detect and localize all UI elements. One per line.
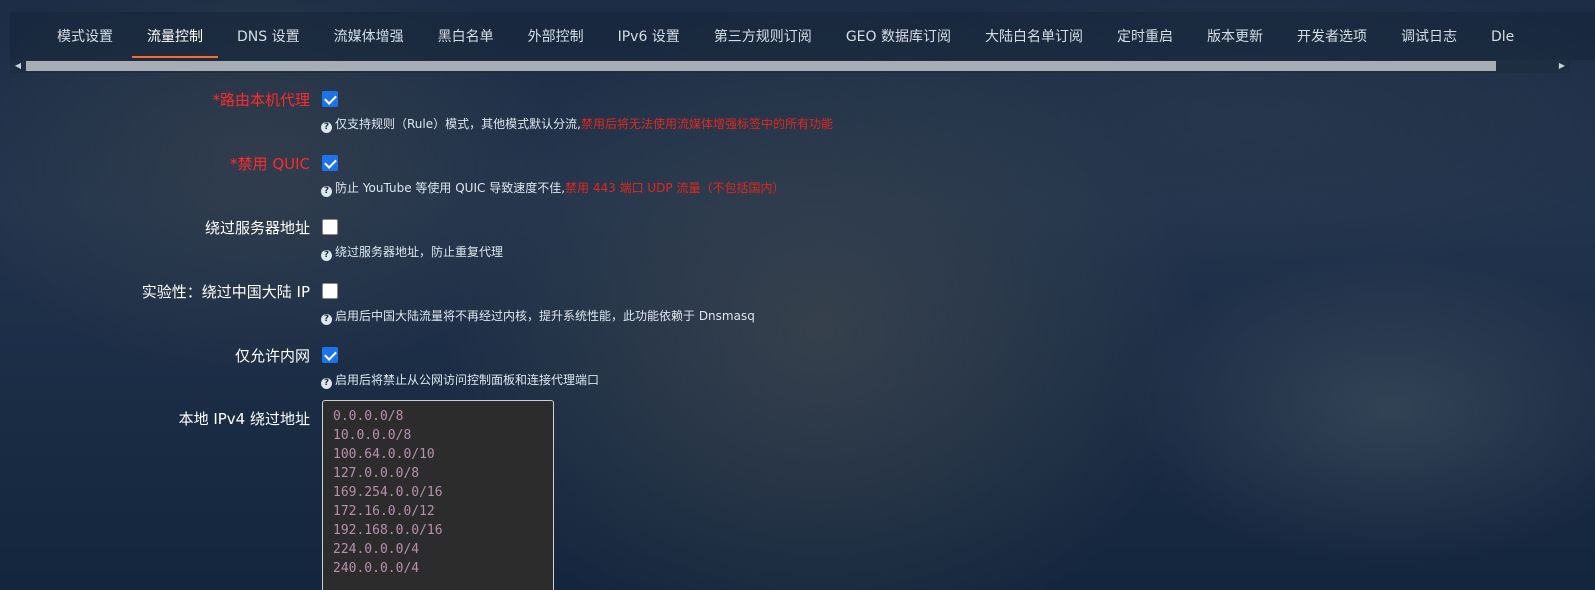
help-icon: ? [321,186,332,197]
tab-7[interactable]: 第三方规则订阅 [697,12,829,58]
hint-text: 启用后中国大陆流量将不再经过内核，提升系统性能，此功能依赖于 Dnsmasq [335,309,755,323]
hint-text: 防止 YouTube 等使用 QUIC 导致速度不佳, [335,181,566,195]
scrollbar-thumb[interactable] [26,61,1496,71]
ipv4-bypass-textarea[interactable]: 0.0.0.0/8 10.0.0.0/8 100.64.0.0/10 127.0… [322,400,554,590]
lan-only-label: 仅允许内网 [234,347,310,365]
bypass-cn-checkbox[interactable] [322,283,338,299]
disable-quic-hint: ? 防止 YouTube 等使用 QUIC 导致速度不佳,禁用 443 端口 UD… [321,180,784,197]
help-icon: ? [321,122,332,133]
help-icon: ? [321,378,332,389]
scroll-left-icon[interactable]: ◀ [10,59,26,73]
tab-0[interactable]: 模式设置 [40,12,130,58]
tab-scrollbar[interactable]: ◀ ▶ [10,59,1570,73]
tab-3[interactable]: 流媒体增强 [317,12,421,58]
help-icon: ? [321,250,332,261]
tab-list: 模式设置 流量控制 DNS 设置 流媒体增强 黑白名单 外部控制 IPv6 设置 第三方规则订… [40,12,1531,60]
tab-13[interactable]: 调试日志 [1384,12,1474,58]
hint-text: 启用后将禁止从公网访问控制面板和连接代理端口 [335,373,600,387]
scroll-right-icon[interactable]: ▶ [1554,59,1570,73]
tab-2[interactable]: DNS 设置 [220,12,317,58]
hint-warning: 禁用后将无法使用流媒体增强标签中的所有功能 [580,117,833,131]
hint-text: 仅支持规则（Rule）模式，其他模式默认分流, [335,117,581,131]
tab-12[interactable]: 开发者选项 [1280,12,1384,58]
ipv4-bypass-label: 本地 IPv4 绕过地址 [178,410,310,428]
hint-warning: 禁用 443 端口 UDP 流量（不包括国内） [565,181,785,195]
tab-9[interactable]: 大陆白名单订阅 [968,12,1100,58]
tab-14[interactable]: Dle [1474,12,1531,58]
lan-only-hint: ? 启用后将禁止从公网访问控制面板和连接代理端口 [321,372,599,389]
route-local-hint: ? 仅支持规则（Rule）模式，其他模式默认分流,禁用后将无法使用流媒体增强标签中… [321,116,833,133]
tab-8[interactable]: GEO 数据库订阅 [829,12,968,58]
tab-5[interactable]: 外部控制 [511,12,601,58]
tab-10[interactable]: 定时重启 [1100,12,1190,58]
bypass-server-label: 绕过服务器地址 [204,219,310,237]
bypass-server-checkbox[interactable] [322,219,338,235]
tab-6[interactable]: IPv6 设置 [601,12,697,58]
tab-1[interactable]: 流量控制 [130,12,220,58]
disable-quic-label: *禁用 QUIC [230,155,310,173]
bypass-cn-hint: ? 启用后中国大陆流量将不再经过内核，提升系统性能，此功能依赖于 Dnsmasq [321,308,755,325]
route-local-checkbox[interactable] [322,91,338,107]
tab-4[interactable]: 黑白名单 [421,12,511,58]
bypass-server-hint: ? 绕过服务器地址，防止重复代理 [321,244,503,261]
hint-text: 绕过服务器地址，防止重复代理 [335,245,504,259]
tab-bar: 模式设置 流量控制 DNS 设置 流媒体增强 黑白名单 外部控制 IPv6 设置 第三方规则订… [10,12,1595,60]
disable-quic-checkbox[interactable] [322,155,338,171]
help-icon: ? [321,314,332,325]
bypass-cn-label: 实验性：绕过中国大陆 IP [141,283,310,301]
tab-11[interactable]: 版本更新 [1190,12,1280,58]
lan-only-checkbox[interactable] [322,347,338,363]
route-local-label: *路由本机代理 [212,91,310,109]
